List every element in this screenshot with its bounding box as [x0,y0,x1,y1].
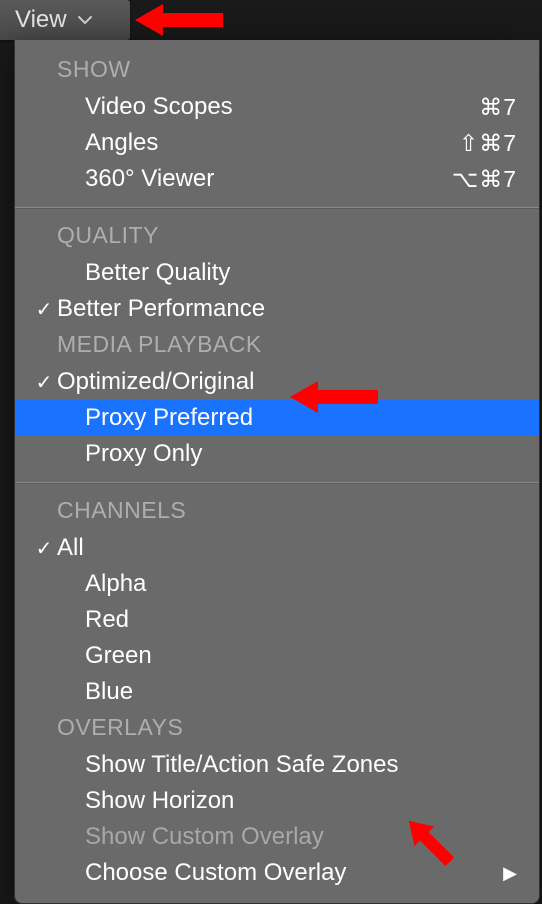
view-dropdown-menu: SHOW Video Scopes ⌘7 Angles ⇧⌘7 360° Vie… [14,40,540,904]
menu-item-label: Better Performance [57,295,517,323]
menu-divider [15,207,539,208]
menu-item-label: Angles [57,129,459,157]
menu-item-label: Video Scopes [57,93,479,121]
chevron-down-icon [77,15,93,25]
menu-item-channels-all[interactable]: ✓ All [15,530,539,566]
menu-item-label: Red [57,606,517,634]
menu-item-proxy-only[interactable]: Proxy Only [15,436,539,472]
menu-item-label: Proxy Only [57,440,517,468]
menu-item-optimized-original[interactable]: ✓ Optimized/Original [15,364,539,400]
menu-item-channels-alpha[interactable]: Alpha [15,566,539,602]
menu-item-channels-green[interactable]: Green [15,638,539,674]
menu-item-label: 360° Viewer [57,165,452,193]
menu-item-label: Show Custom Overlay [57,823,517,851]
menu-item-label: Proxy Preferred [57,404,517,432]
menu-item-channels-red[interactable]: Red [15,602,539,638]
menu-item-better-performance[interactable]: ✓ Better Performance [15,291,539,327]
menu-item-label: Optimized/Original [57,368,517,396]
menu-item-label: Green [57,642,517,670]
menu-item-label: Show Title/Action Safe Zones [57,751,517,779]
menu-item-360-viewer[interactable]: 360° Viewer ⌥⌘7 [15,161,539,197]
menu-item-shortcut: ⇧⌘7 [459,130,517,157]
menu-item-proxy-preferred[interactable]: Proxy Preferred [15,400,539,436]
menu-item-show-horizon[interactable]: Show Horizon [15,783,539,819]
menu-item-label: Better Quality [57,259,517,287]
menu-item-choose-custom-overlay[interactable]: Choose Custom Overlay ▶ [15,855,539,891]
menu-item-shortcut: ⌥⌘7 [452,166,517,193]
view-menu-button[interactable]: View [0,0,130,40]
checkmark-icon: ✓ [31,370,57,395]
menu-item-label: Choose Custom Overlay [57,859,497,887]
menu-item-label: All [57,534,517,562]
menu-item-show-custom-overlay: Show Custom Overlay [15,819,539,855]
menu-item-label: Alpha [57,570,517,598]
section-header-channels: CHANNELS [15,493,539,530]
section-header-quality: QUALITY [15,218,539,255]
section-header-show: SHOW [15,52,539,89]
menu-item-angles[interactable]: Angles ⇧⌘7 [15,125,539,161]
view-menu-label: View [15,6,67,34]
checkmark-icon: ✓ [31,536,57,561]
checkmark-icon: ✓ [31,297,57,322]
menu-item-show-safe-zones[interactable]: Show Title/Action Safe Zones [15,747,539,783]
menu-item-channels-blue[interactable]: Blue [15,674,539,710]
section-header-media-playback: MEDIA PLAYBACK [15,327,539,364]
menu-divider [15,482,539,483]
menu-item-better-quality[interactable]: Better Quality [15,255,539,291]
menu-item-shortcut: ⌘7 [479,94,517,121]
submenu-arrow-icon: ▶ [497,863,517,884]
menu-item-label: Show Horizon [57,787,517,815]
annotation-arrow-icon [135,0,225,42]
menu-item-label: Blue [57,678,517,706]
menu-item-video-scopes[interactable]: Video Scopes ⌘7 [15,89,539,125]
section-header-overlays: OVERLAYS [15,710,539,747]
